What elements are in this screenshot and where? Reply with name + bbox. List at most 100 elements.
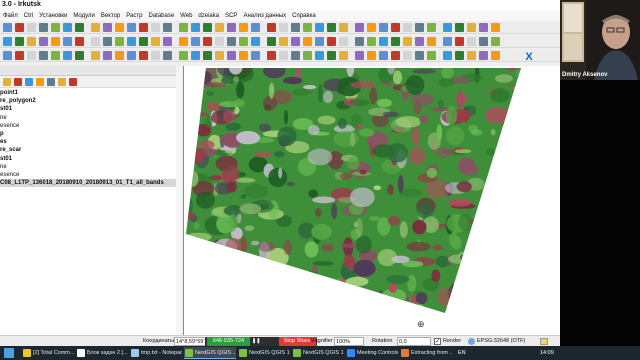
toolbar-tool-icon[interactable] bbox=[151, 51, 160, 60]
toolbar-tool-icon[interactable] bbox=[367, 23, 376, 32]
toolbar-tool-icon[interactable] bbox=[467, 37, 476, 46]
toolbar-tool-icon[interactable] bbox=[443, 51, 452, 60]
toolbar-tool-icon[interactable] bbox=[355, 37, 364, 46]
menu-item[interactable]: Анализ данных bbox=[240, 11, 289, 21]
toolbar-tool-icon[interactable] bbox=[443, 37, 452, 46]
toolbar-tool-icon[interactable] bbox=[279, 23, 288, 32]
menu-item[interactable]: Файл bbox=[0, 11, 21, 21]
toolbar-tool-icon[interactable] bbox=[115, 51, 124, 60]
menu-item[interactable]: Модули bbox=[70, 11, 98, 21]
toolbar-tool-icon[interactable] bbox=[239, 23, 248, 32]
taskbar-item[interactable]: tmp.txt - Notepad bbox=[130, 347, 182, 359]
toolbar-tool-icon[interactable] bbox=[215, 37, 224, 46]
toolbar-tool-icon[interactable] bbox=[15, 37, 24, 46]
taskbar-item[interactable]: NextGIS QGIS ... bbox=[184, 347, 236, 359]
toolbar-tool-icon[interactable] bbox=[127, 37, 136, 46]
toolbar-tool-icon[interactable] bbox=[291, 37, 300, 46]
toolbar-tool-icon[interactable] bbox=[163, 23, 172, 32]
toolbar-tool-icon[interactable] bbox=[239, 51, 248, 60]
toolbar-tool-icon[interactable] bbox=[339, 51, 348, 60]
toolbar-tool-icon[interactable] bbox=[215, 51, 224, 60]
toolbar-tool-icon[interactable] bbox=[139, 37, 148, 46]
toolbar-tool-icon[interactable] bbox=[115, 37, 124, 46]
layer-item[interactable]: st01 bbox=[0, 155, 182, 163]
toolbar-tool-icon[interactable] bbox=[3, 51, 12, 60]
menu-item[interactable]: dzeiaka bbox=[195, 11, 222, 21]
close-plugin-button[interactable]: X bbox=[523, 51, 535, 63]
toolbar-tool-icon[interactable] bbox=[191, 51, 200, 60]
rotation-field[interactable]: 0,0 bbox=[397, 337, 431, 346]
layer-item[interactable]: re_scar bbox=[0, 146, 182, 154]
toolbar-tool-icon[interactable] bbox=[203, 23, 212, 32]
toolbar-tool-icon[interactable] bbox=[355, 23, 364, 32]
toolbar-tool-icon[interactable] bbox=[227, 51, 236, 60]
toolbar-tool-icon[interactable] bbox=[103, 51, 112, 60]
toolbar-tool-icon[interactable] bbox=[191, 37, 200, 46]
toolbar-tool-icon[interactable] bbox=[115, 23, 124, 32]
toolbar-tool-icon[interactable] bbox=[203, 37, 212, 46]
layer-tool-icon[interactable] bbox=[36, 78, 44, 86]
toolbar-tool-icon[interactable] bbox=[179, 51, 188, 60]
toolbar-tool-icon[interactable] bbox=[339, 23, 348, 32]
toolbar-tool-icon[interactable] bbox=[367, 51, 376, 60]
toolbar-tool-icon[interactable] bbox=[251, 51, 260, 60]
toolbar-tool-icon[interactable] bbox=[203, 51, 212, 60]
magnifier-field[interactable]: 100% bbox=[334, 337, 364, 346]
toolbar-tool-icon[interactable] bbox=[227, 23, 236, 32]
toolbar-tool-icon[interactable] bbox=[291, 23, 300, 32]
toolbar-tool-icon[interactable] bbox=[39, 51, 48, 60]
map-canvas[interactable]: ⊕ bbox=[183, 66, 560, 336]
globe-icon[interactable] bbox=[468, 338, 475, 345]
toolbar-tool-icon[interactable] bbox=[251, 37, 260, 46]
toolbar-tool-icon[interactable] bbox=[327, 23, 336, 32]
toolbar-tool-icon[interactable] bbox=[139, 23, 148, 32]
toolbar-tool-icon[interactable] bbox=[191, 23, 200, 32]
menu-item[interactable]: Web bbox=[177, 11, 195, 21]
toolbar-tool-icon[interactable] bbox=[15, 51, 24, 60]
toolbar-tool-icon[interactable] bbox=[479, 37, 488, 46]
layer-item[interactable]: point1 bbox=[0, 89, 182, 97]
toolbar-tool-icon[interactable] bbox=[355, 51, 364, 60]
language-indicator[interactable]: EN bbox=[458, 347, 466, 359]
toolbar-tool-icon[interactable] bbox=[51, 37, 60, 46]
layer-item[interactable]: esence bbox=[0, 122, 182, 130]
toolbar-tool-icon[interactable] bbox=[91, 37, 100, 46]
taskbar-item[interactable]: NextGIS QGIS 1... bbox=[238, 347, 290, 359]
menu-item[interactable]: SCP bbox=[222, 11, 240, 21]
toolbar-tool-icon[interactable] bbox=[27, 37, 36, 46]
layer-item[interactable]: esence bbox=[0, 171, 182, 179]
toolbar-tool-icon[interactable] bbox=[327, 51, 336, 60]
layer-item[interactable]: re_polygon2 bbox=[0, 97, 182, 105]
toolbar-tool-icon[interactable] bbox=[75, 51, 84, 60]
toolbar-tool-icon[interactable] bbox=[391, 51, 400, 60]
toolbar-tool-icon[interactable] bbox=[327, 37, 336, 46]
render-checkbox[interactable]: ✓ bbox=[434, 338, 441, 345]
layer-item[interactable]: ne bbox=[0, 114, 182, 122]
menu-item[interactable]: Растр bbox=[123, 11, 145, 21]
toolbar-tool-icon[interactable] bbox=[491, 51, 500, 60]
taskbar-item[interactable]: Блок задач 2 [... bbox=[76, 347, 128, 359]
toolbar-tool-icon[interactable] bbox=[215, 23, 224, 32]
toolbar-tool-icon[interactable] bbox=[63, 51, 72, 60]
toolbar-tool-icon[interactable] bbox=[303, 37, 312, 46]
toolbar-tool-icon[interactable] bbox=[251, 23, 260, 32]
toolbar-tool-icon[interactable] bbox=[3, 23, 12, 32]
toolbar-tool-icon[interactable] bbox=[239, 37, 248, 46]
toolbar-tool-icon[interactable] bbox=[27, 51, 36, 60]
toolbar-tool-icon[interactable] bbox=[403, 23, 412, 32]
coordinate-field[interactable]: 14°8,59°59' bbox=[174, 337, 206, 346]
toolbar-tool-icon[interactable] bbox=[443, 23, 452, 32]
layers-scrollbar[interactable] bbox=[176, 66, 182, 336]
toolbar-tool-icon[interactable] bbox=[103, 37, 112, 46]
toolbar-tool-icon[interactable] bbox=[379, 51, 388, 60]
toolbar-tool-icon[interactable] bbox=[127, 23, 136, 32]
toolbar-tool-icon[interactable] bbox=[427, 23, 436, 32]
toolbar-tool-icon[interactable] bbox=[339, 37, 348, 46]
toolbar-tool-icon[interactable] bbox=[163, 37, 172, 46]
toolbar-tool-icon[interactable] bbox=[415, 51, 424, 60]
pause-icon[interactable]: ❚❚ bbox=[252, 338, 260, 345]
toolbar-tool-icon[interactable] bbox=[479, 23, 488, 32]
toolbar-tool-icon[interactable] bbox=[403, 51, 412, 60]
toolbar-tool-icon[interactable] bbox=[467, 51, 476, 60]
toolbar-tool-icon[interactable] bbox=[91, 23, 100, 32]
